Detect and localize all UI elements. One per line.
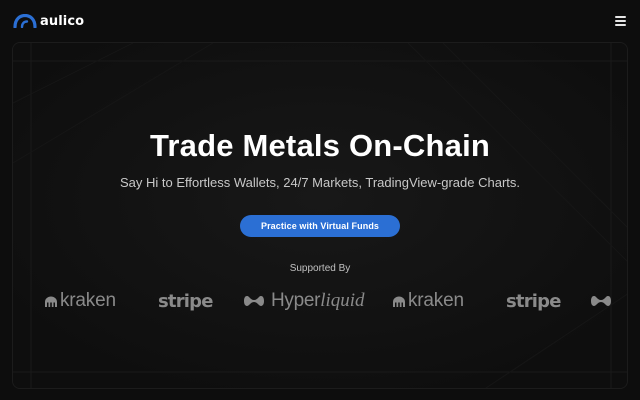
partner-logo-hyperliquid xyxy=(590,286,618,316)
hyperliquid-icon xyxy=(591,296,611,306)
arc-logo-icon xyxy=(13,14,37,28)
partner-logo-hyperliquid: Hyper liquid xyxy=(243,286,365,316)
brand-logo-link[interactable]: aulico xyxy=(13,14,84,29)
hamburger-menu-icon[interactable] xyxy=(615,16,627,26)
brand-name: aulico xyxy=(40,13,85,29)
supported-by-label: Supported By xyxy=(289,263,351,274)
partner-name-italic: liquid xyxy=(320,290,365,311)
partner-name: stripe xyxy=(158,290,213,312)
hero-subheadline: Say Hi to Effortless Wallets, 24/7 Marke… xyxy=(119,175,521,190)
partner-logo-kraken: kraken xyxy=(392,286,464,316)
practice-virtual-funds-button[interactable]: Practice with Virtual Funds xyxy=(240,215,400,237)
partner-name: kraken xyxy=(408,290,464,311)
partner-logo-stripe: stripe xyxy=(506,286,561,316)
hyperliquid-icon xyxy=(244,296,264,306)
partner-name: stripe xyxy=(506,290,561,312)
partner-logos: kraken stripe Hyper liquid kraken stripe xyxy=(0,286,640,316)
hero-headline: Trade Metals On-Chain xyxy=(149,128,491,163)
partner-name: kraken xyxy=(60,290,116,311)
landing-page: aulico Trade Metals On-Chain Say Hi to E… xyxy=(0,0,640,400)
partner-name: Hyper xyxy=(271,290,321,311)
kraken-icon xyxy=(45,296,57,307)
top-nav: aulico xyxy=(0,0,640,42)
kraken-icon xyxy=(393,296,405,307)
partner-logo-kraken: kraken xyxy=(44,286,116,316)
partner-logo-stripe: stripe xyxy=(158,286,213,316)
